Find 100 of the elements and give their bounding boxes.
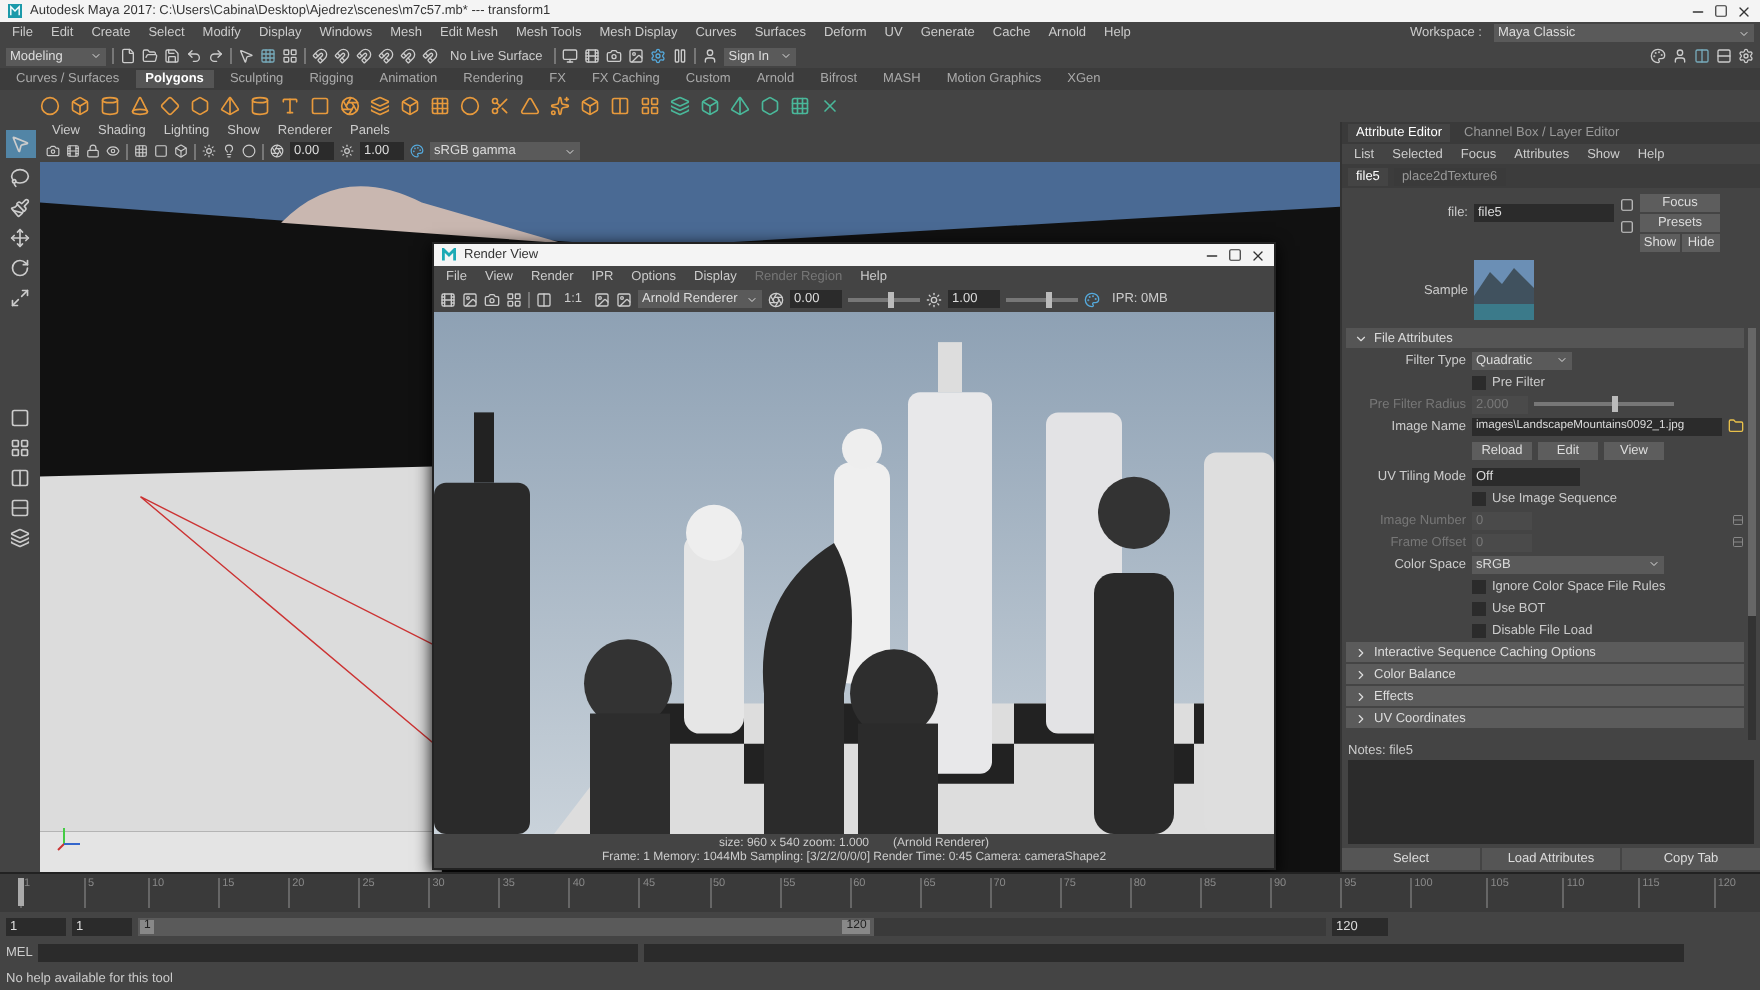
- redo-icon[interactable]: [208, 48, 224, 64]
- magnet-icon[interactable]: [312, 48, 328, 64]
- columns-icon[interactable]: [1694, 48, 1710, 64]
- cube-icon[interactable]: [400, 96, 420, 116]
- close-icon[interactable]: [1736, 3, 1752, 19]
- aperture-icon[interactable]: [270, 144, 284, 158]
- circle-icon[interactable]: [460, 96, 480, 116]
- checkbox[interactable]: [1472, 375, 1486, 389]
- single-pane-icon[interactable]: [10, 408, 30, 428]
- scissors-icon[interactable]: [490, 96, 510, 116]
- folder-icon[interactable]: [1728, 418, 1744, 434]
- cross-icon[interactable]: [820, 96, 840, 116]
- notes-field[interactable]: [1348, 760, 1754, 844]
- cube-icon[interactable]: [70, 96, 90, 116]
- two-pane-icon[interactable]: [10, 468, 30, 488]
- layers-icon[interactable]: [670, 96, 690, 116]
- magnet-icon[interactable]: [378, 48, 394, 64]
- layers-icon[interactable]: [10, 528, 30, 548]
- cube-icon[interactable]: [580, 96, 600, 116]
- image-icon[interactable]: [462, 291, 478, 307]
- square-icon[interactable]: [310, 96, 330, 116]
- settings-icon[interactable]: [1738, 48, 1754, 64]
- square-icon[interactable]: [154, 144, 168, 158]
- lasso-icon[interactable]: [10, 168, 30, 188]
- close-icon[interactable]: [1250, 247, 1266, 263]
- grid-icon[interactable]: [640, 96, 660, 116]
- image-icon[interactable]: [616, 291, 633, 307]
- magnet-icon[interactable]: [400, 48, 416, 64]
- grid-icon[interactable]: [506, 291, 522, 307]
- film-icon[interactable]: [440, 291, 456, 307]
- columns-icon[interactable]: [610, 96, 630, 116]
- cylinder-icon[interactable]: [250, 96, 270, 116]
- checkbox[interactable]: [1472, 623, 1486, 637]
- camera-icon[interactable]: [46, 144, 60, 158]
- aperture-icon[interactable]: [768, 291, 785, 307]
- current-frame-marker[interactable]: [18, 878, 24, 906]
- undo-icon[interactable]: [186, 48, 202, 64]
- cone-icon[interactable]: [130, 96, 150, 116]
- save-icon[interactable]: [164, 48, 180, 64]
- command-field[interactable]: [38, 944, 639, 962]
- palette-icon[interactable]: [1084, 291, 1101, 307]
- pointer-icon[interactable]: [238, 48, 254, 64]
- slider-thumb[interactable]: [1045, 291, 1052, 307]
- spinner-icon[interactable]: [1732, 514, 1744, 526]
- image-icon[interactable]: [628, 48, 645, 64]
- input-connection-icon[interactable]: [1620, 198, 1634, 212]
- pyramid-icon[interactable]: [220, 96, 240, 116]
- triangle-icon[interactable]: [520, 96, 540, 116]
- sphere-icon[interactable]: [40, 96, 60, 116]
- grid-icon[interactable]: [790, 96, 810, 116]
- spinner-icon[interactable]: [1732, 536, 1744, 548]
- text-icon[interactable]: [280, 96, 300, 116]
- range-bar[interactable]: [138, 917, 875, 935]
- four-pane-icon[interactable]: [10, 438, 30, 458]
- slider-thumb[interactable]: [887, 291, 894, 307]
- columns-icon[interactable]: [536, 291, 552, 307]
- grid-icon[interactable]: [430, 96, 450, 116]
- palette-icon[interactable]: [1650, 48, 1666, 64]
- layers-icon[interactable]: [370, 96, 390, 116]
- cylinder-icon[interactable]: [100, 96, 120, 116]
- rows-icon[interactable]: [1716, 48, 1732, 64]
- sun-icon[interactable]: [202, 144, 216, 158]
- magnet-icon[interactable]: [334, 48, 350, 64]
- pause-icon[interactable]: [672, 48, 689, 64]
- hexagon-icon[interactable]: [760, 96, 780, 116]
- paintbrush-icon[interactable]: [10, 198, 30, 218]
- checkbox[interactable]: [1472, 601, 1486, 615]
- checkbox[interactable]: [1472, 579, 1486, 593]
- palette-icon[interactable]: [410, 144, 424, 158]
- select-tool[interactable]: [5, 130, 35, 158]
- cube-icon[interactable]: [700, 96, 720, 116]
- user-icon[interactable]: [1672, 48, 1688, 64]
- sparkles-icon[interactable]: [550, 96, 570, 116]
- file-icon[interactable]: [120, 48, 136, 64]
- sun-icon[interactable]: [340, 144, 354, 158]
- stacked-pane-icon[interactable]: [10, 498, 30, 518]
- image-icon[interactable]: [594, 291, 611, 307]
- maximize-icon[interactable]: [1228, 248, 1242, 262]
- hexagon-icon[interactable]: [190, 96, 210, 116]
- monitor-icon[interactable]: [562, 48, 579, 64]
- pyramid-icon[interactable]: [730, 96, 750, 116]
- aperture-icon[interactable]: [340, 96, 360, 116]
- checkbox[interactable]: [1472, 491, 1486, 505]
- eye-icon[interactable]: [106, 144, 120, 158]
- output-connection-icon[interactable]: [1620, 220, 1634, 234]
- lightbulb-icon[interactable]: [222, 144, 236, 158]
- grid-icon[interactable]: [260, 48, 276, 64]
- user-icon[interactable]: [702, 48, 719, 64]
- circle-icon[interactable]: [242, 144, 256, 158]
- settings-icon[interactable]: [650, 48, 667, 64]
- move-icon[interactable]: [10, 228, 30, 248]
- scale-icon[interactable]: [10, 288, 30, 308]
- cube-icon[interactable]: [174, 144, 188, 158]
- folder-icon[interactable]: [142, 48, 158, 64]
- maximize-icon[interactable]: [1714, 4, 1728, 18]
- camera-icon[interactable]: [484, 291, 500, 307]
- sun-icon[interactable]: [926, 291, 943, 307]
- rotate-icon[interactable]: [10, 258, 30, 278]
- magnet-icon[interactable]: [422, 48, 438, 64]
- grid-icon[interactable]: [134, 144, 148, 158]
